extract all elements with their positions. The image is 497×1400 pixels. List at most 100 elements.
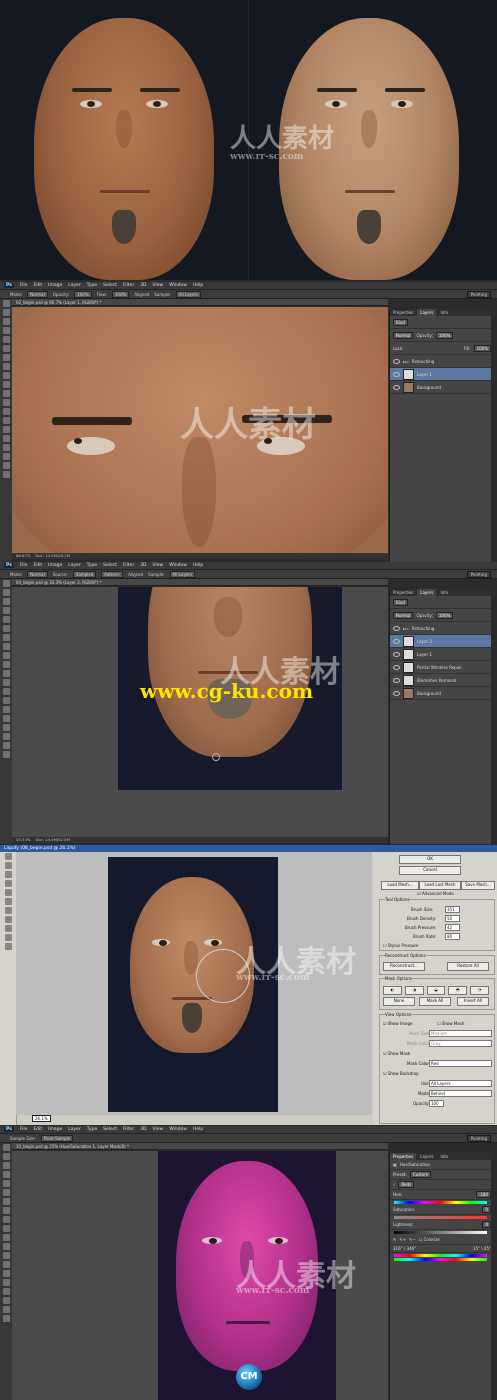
source-sampled-button[interactable]: Sampled [72, 570, 97, 578]
brush-pressure-field[interactable]: 42 [445, 924, 460, 931]
quick-select-tool-icon[interactable] [2, 327, 10, 334]
flow-field[interactable]: 100% [111, 290, 130, 298]
saturation-field[interactable]: 0 [482, 1206, 491, 1213]
layer-row[interactable]: Layer 1 [390, 368, 491, 381]
layer-row[interactable]: Background [390, 381, 491, 394]
layer-row[interactable]: ▸▭ Retouching [390, 622, 491, 635]
mode-select[interactable]: Normal [27, 570, 48, 578]
eraser-tool-icon[interactable] [2, 670, 10, 677]
show-mask-checkbox[interactable]: ☑ Show Mask [383, 1051, 410, 1056]
menu-type[interactable]: Type [87, 563, 97, 568]
save-mesh-button[interactable]: Save Mesh... [461, 881, 495, 890]
workspace-select[interactable]: Painting [466, 1135, 491, 1142]
menu-filter[interactable]: Filter [123, 1127, 134, 1132]
move-tool-icon[interactable] [2, 300, 10, 307]
menu-image[interactable]: Image [48, 283, 62, 288]
zoom-tool-icon[interactable] [2, 1315, 10, 1322]
layer-row[interactable]: Layer 2 [390, 635, 491, 648]
shape-tool-icon[interactable] [2, 453, 10, 460]
lasso-tool-icon[interactable] [2, 598, 10, 605]
aligned-checkbox[interactable]: Aligned [134, 292, 149, 297]
hue-slider[interactable] [394, 1201, 487, 1204]
eraser-tool-icon[interactable] [2, 1234, 10, 1241]
hand-tool-icon[interactable] [2, 1306, 10, 1313]
blur-tool-icon[interactable] [2, 1252, 10, 1259]
shape-tool-icon[interactable] [2, 1297, 10, 1304]
twirl-tool-icon[interactable] [4, 880, 12, 887]
load-mesh-button[interactable]: Load Mesh... [381, 881, 419, 890]
visibility-eye-icon[interactable] [393, 677, 400, 683]
reconstruct-tool-icon[interactable] [4, 862, 12, 869]
blend-mode-select[interactable]: Normal [393, 331, 414, 339]
tab-layers[interactable]: Layers [417, 309, 437, 316]
gradient-tool-icon[interactable] [2, 679, 10, 686]
document-tab[interactable]: 04_begin.psd @ 33.3% (Layer 2, RGB/8*) * [12, 579, 388, 586]
crop-tool-icon[interactable] [2, 1180, 10, 1187]
channel-select[interactable]: Reds [398, 1181, 415, 1188]
crop-tool-icon[interactable] [2, 336, 10, 343]
menu-view[interactable]: View [153, 1127, 164, 1132]
mask-mode-icons[interactable]: ◐ ◑ ◒ ◓ ◔ [383, 986, 489, 995]
mask-replace-icon[interactable]: ◐ [383, 986, 402, 995]
blur-tool-icon[interactable] [2, 408, 10, 415]
eyedropper-minus-icon[interactable]: ✎− [409, 1237, 416, 1242]
menu-window[interactable]: Window [169, 563, 187, 568]
tab-info[interactable]: Info [437, 309, 451, 316]
layer-kind-select[interactable]: Kind [393, 598, 408, 606]
menu-type[interactable]: Type [87, 1127, 97, 1132]
colorize-checkbox[interactable]: ☐ Colorize [419, 1237, 440, 1242]
color-range-bar-top[interactable] [394, 1254, 487, 1257]
menu-file[interactable]: File [20, 1127, 28, 1132]
mask-invert-icon[interactable]: ◔ [470, 986, 489, 995]
layer-kind-select[interactable]: Kind [393, 318, 408, 326]
pen-tool-icon[interactable] [2, 1270, 10, 1277]
tab-properties[interactable]: Properties [390, 589, 416, 596]
mask-all-button[interactable]: Mask All [419, 997, 451, 1006]
hand-tool-icon[interactable] [2, 462, 10, 469]
marquee-tool-icon[interactable] [2, 1153, 10, 1160]
history-brush-tool-icon[interactable] [2, 661, 10, 668]
mask-add-icon[interactable]: ◑ [404, 986, 424, 995]
menu-edit[interactable]: Edit [33, 563, 42, 568]
path-select-tool-icon[interactable] [2, 1288, 10, 1295]
blend-mode-select[interactable]: Normal [393, 611, 414, 619]
layer-opacity-field[interactable]: 100% [435, 611, 454, 619]
tab-info[interactable]: Info [437, 589, 451, 596]
sample-size-select[interactable]: Point Sample [40, 1134, 74, 1142]
visibility-eye-icon[interactable] [393, 638, 400, 644]
visibility-eye-icon[interactable] [393, 625, 400, 631]
menu-filter[interactable]: Filter [123, 283, 134, 288]
path-select-tool-icon[interactable] [2, 724, 10, 731]
layer-row[interactable]: Blemishes Removal [390, 674, 491, 687]
backdrop-opacity-field[interactable]: 100 [429, 1100, 444, 1107]
menu-help[interactable]: Help [193, 283, 203, 288]
tab-layers[interactable]: Layers [417, 1153, 436, 1160]
targeted-adjust-icon[interactable]: ☝ [393, 1182, 395, 1187]
fill-field[interactable]: 100% [473, 344, 491, 352]
hand-tool-icon[interactable] [4, 934, 12, 941]
aligned-checkbox[interactable]: Aligned [128, 572, 143, 577]
menu-select[interactable]: Select [103, 563, 117, 568]
opacity-field[interactable]: 100% [74, 290, 92, 298]
document-tab[interactable]: 02_begin.psd @ 66.7% (Layer 1, RGB/8*) * [12, 299, 388, 306]
mask-subtract-icon[interactable]: ◒ [426, 986, 446, 995]
marquee-tool-icon[interactable] [2, 589, 10, 596]
path-select-tool-icon[interactable] [2, 444, 10, 451]
visibility-eye-icon[interactable] [393, 371, 400, 377]
menu-view[interactable]: View [153, 283, 164, 288]
show-image-checkbox[interactable]: ☑ Show Image [383, 1021, 412, 1026]
move-tool-icon[interactable] [2, 1144, 10, 1151]
dodge-tool-icon[interactable] [2, 1261, 10, 1268]
dodge-tool-icon[interactable] [2, 417, 10, 424]
shape-tool-icon[interactable] [2, 733, 10, 740]
clone-stamp-tool-icon[interactable] [2, 372, 10, 379]
lightness-field[interactable]: 0 [482, 1221, 491, 1228]
preset-select[interactable]: Custom [409, 1171, 432, 1178]
menu-layer[interactable]: Layer [68, 1127, 81, 1132]
clone-stamp-tool-icon[interactable] [2, 652, 10, 659]
zoom-field[interactable]: 26.1% [32, 1115, 51, 1122]
brush-size-field[interactable]: 351 [445, 906, 460, 913]
pen-tool-icon[interactable] [2, 426, 10, 433]
menu-edit[interactable]: Edit [33, 283, 42, 288]
menu-layer[interactable]: Layer [68, 563, 81, 568]
